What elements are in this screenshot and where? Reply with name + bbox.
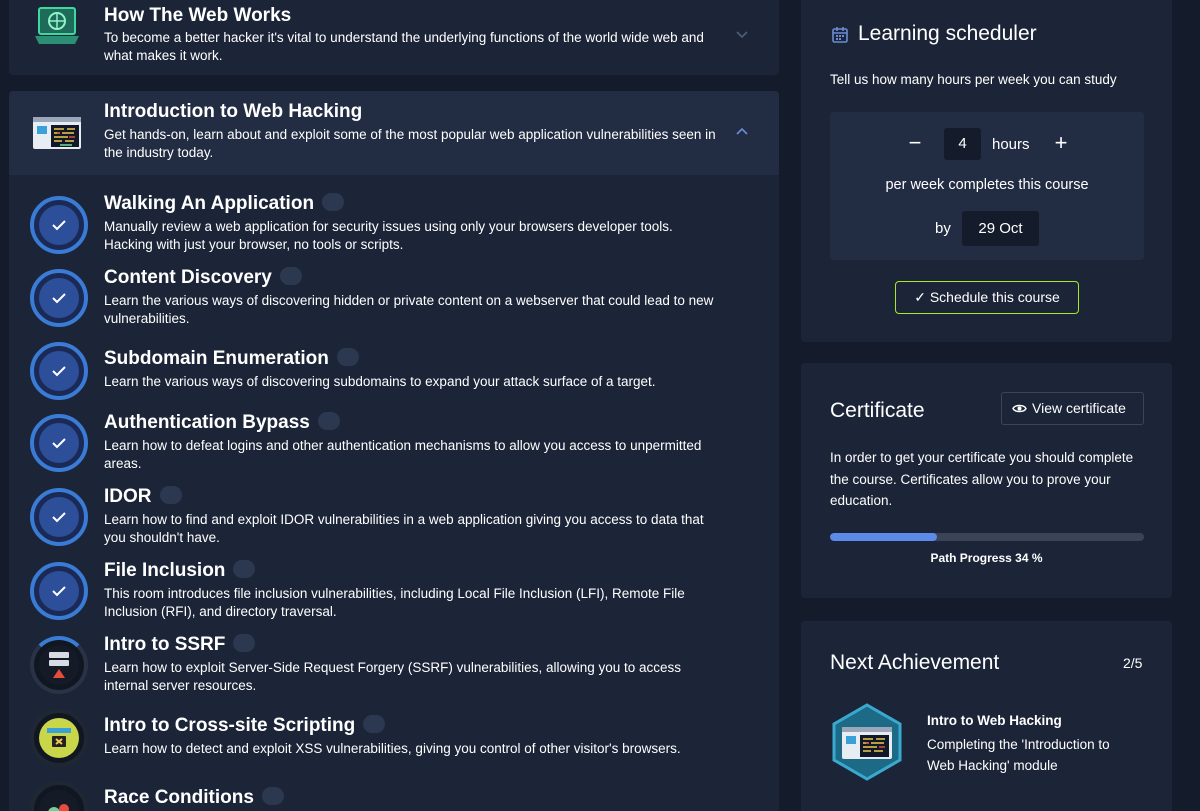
achievement-title: Next Achievement xyxy=(830,651,1000,674)
path-icon xyxy=(322,192,345,211)
room-title: Intro to SSRF xyxy=(104,633,256,656)
path-icon xyxy=(159,485,182,504)
browser-xss-icon xyxy=(30,709,88,767)
module-title: Introduction to Web Hacking xyxy=(104,101,363,122)
room-description: Learn the various ways of discovering hi… xyxy=(104,293,714,326)
path-icon xyxy=(233,633,256,652)
room-title: IDOR xyxy=(104,485,182,508)
scheduler-title: Learning scheduler xyxy=(858,22,1037,45)
room-title: Subdomain Enumeration xyxy=(104,347,359,370)
room-completed-icon xyxy=(30,269,88,327)
scheduler-subtitle: Tell us how many hours per week you can … xyxy=(830,72,1117,87)
path-icon xyxy=(336,347,359,366)
path-icon xyxy=(261,786,284,805)
completion-date: 29 Oct xyxy=(962,211,1039,246)
certificate-description: In order to get your certificate you sho… xyxy=(830,450,1134,508)
learning-scheduler-card: Learning scheduler Tell us how many hour… xyxy=(801,0,1172,342)
eye-icon xyxy=(1012,404,1027,413)
server-warning-icon xyxy=(30,636,88,694)
hexagon-badge-icon xyxy=(832,703,902,781)
path-icon xyxy=(317,411,340,430)
chevron-up-icon[interactable] xyxy=(734,124,750,140)
room-description: Learn the various ways of discovering su… xyxy=(104,374,656,389)
module-list: How The Web Works To become a better hac… xyxy=(9,0,779,811)
room-title: Race Conditions xyxy=(104,786,284,809)
room-title: File Inclusion xyxy=(104,559,256,582)
room-description: This room introduces file inclusion vuln… xyxy=(104,586,685,619)
room-title: Content Discovery xyxy=(104,266,302,289)
path-progress-label: Path Progress 34 % xyxy=(930,551,1043,565)
room-title: Authentication Bypass xyxy=(104,411,340,434)
chevron-down-icon[interactable] xyxy=(734,26,750,42)
module-title: How The Web Works xyxy=(104,5,292,26)
view-certificate-button[interactable]: View certificate xyxy=(1001,392,1144,425)
achievement-count: 2/5 xyxy=(1123,655,1143,671)
module-description: Get hands-on, learn about and exploit so… xyxy=(104,127,716,160)
hours-selector: − 4 hours + per week completes this cour… xyxy=(830,112,1144,260)
room-completed-icon xyxy=(30,488,88,546)
path-progress-fill xyxy=(830,533,937,541)
room-completed-icon xyxy=(30,562,88,620)
decrease-hours-button[interactable]: − xyxy=(907,130,923,156)
room-description: Learn how to defeat logins and other aut… xyxy=(104,438,702,471)
room-completed-icon xyxy=(30,196,88,254)
achievement-description: Completing the 'Introduction to Web Hack… xyxy=(927,737,1110,773)
check-icon: ✓ xyxy=(914,289,926,305)
certificate-title: Certificate xyxy=(830,399,925,422)
schedule-button-label: Schedule this course xyxy=(929,289,1060,305)
room-completed-icon xyxy=(30,342,88,400)
web-hacking-icon xyxy=(33,117,81,149)
room-title: Intro to Cross-site Scripting xyxy=(104,714,386,737)
path-progress-bar xyxy=(830,533,1144,541)
room-description: Learn how to find and exploit IDOR vulne… xyxy=(104,512,704,545)
room-completed-icon xyxy=(30,414,88,472)
room-description: Learn how to exploit Server-Side Request… xyxy=(104,660,682,693)
view-certificate-label: View certificate xyxy=(1032,400,1126,416)
room-description: Learn how to detect and exploit XSS vuln… xyxy=(104,741,681,756)
achievement-name: Intro to Web Hacking xyxy=(927,713,1062,728)
hours-label: hours xyxy=(992,136,1030,153)
increase-hours-button[interactable]: + xyxy=(1053,130,1069,156)
laptop-globe-icon xyxy=(35,7,79,44)
by-label: by xyxy=(935,220,951,237)
hours-input[interactable]: 4 xyxy=(944,128,981,160)
room-title: Walking An Application xyxy=(104,192,345,215)
per-week-text: per week completes this course xyxy=(885,177,1089,193)
path-icon xyxy=(279,266,302,285)
room-description: Manually review a web application for se… xyxy=(104,219,673,252)
path-icon xyxy=(363,714,386,733)
path-icon xyxy=(233,559,256,578)
module-description: To become a better hacker it's vital to … xyxy=(104,30,704,63)
certificate-card: Certificate View certificate In order to… xyxy=(801,363,1172,598)
next-achievement-card: Next Achievement 2/5 Intro to Web Hackin… xyxy=(801,621,1172,811)
module-intro-web-hacking[interactable]: Introduction to Web Hacking Get hands-on… xyxy=(9,91,779,175)
calendar-icon xyxy=(832,27,848,43)
room-list: Walking An Application Manually review a… xyxy=(9,175,779,811)
schedule-course-button[interactable]: ✓ Schedule this course xyxy=(895,281,1079,314)
race-icon xyxy=(30,781,88,811)
module-how-the-web-works[interactable]: How The Web Works To become a better hac… xyxy=(9,0,779,75)
